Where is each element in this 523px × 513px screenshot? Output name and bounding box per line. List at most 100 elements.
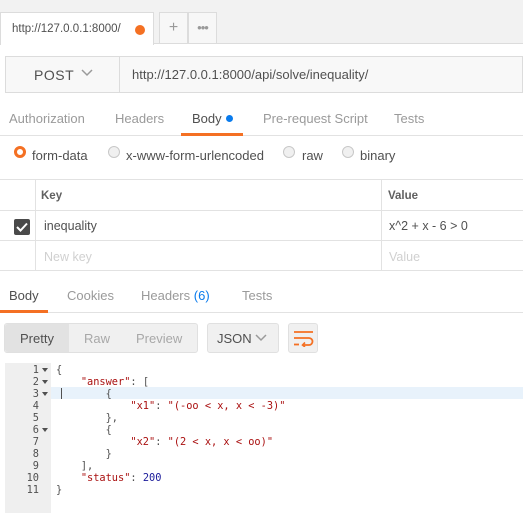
response-tab-cookies[interactable]: Cookies xyxy=(67,288,114,303)
tab-tests[interactable]: Tests xyxy=(394,111,424,126)
code-token: }, xyxy=(105,412,119,424)
line-number: 8 xyxy=(32,448,39,460)
code-line: } xyxy=(56,448,112,460)
line-number: 2 xyxy=(32,376,39,388)
table-row: inequality x^2 + x - 6 > 0 xyxy=(0,211,523,241)
method-select[interactable]: POST xyxy=(6,57,120,92)
fold-arrow-icon[interactable] xyxy=(42,368,48,372)
chevron-down-icon xyxy=(255,334,267,342)
unsaved-dot-icon xyxy=(135,25,145,35)
response-body-viewer[interactable]: 1 2 3 4 5 6 7 8 9 10 11 { "answer": [ { … xyxy=(5,363,523,513)
format-select[interactable]: JSON xyxy=(207,323,279,353)
column-divider xyxy=(381,180,382,270)
row-enabled-checkbox[interactable] xyxy=(14,219,30,235)
param-value-cell[interactable]: x^2 + x - 6 > 0 xyxy=(389,219,468,233)
radio-urlencoded-label[interactable]: x-www-form-urlencoded xyxy=(126,148,264,163)
column-divider xyxy=(35,180,36,270)
code-token: : [ xyxy=(130,376,150,388)
response-tabs: Body Cookies Headers (6) Tests xyxy=(0,279,523,313)
code-token: { xyxy=(105,424,112,436)
chevron-down-icon xyxy=(81,69,93,77)
code-token: : xyxy=(155,400,168,412)
radio-binary-label[interactable]: binary xyxy=(360,148,395,163)
checkmark-icon xyxy=(16,222,28,232)
code-token: : xyxy=(155,436,168,448)
url-bar: POST http://127.0.0.1:8000/api/solve/ine… xyxy=(5,56,523,93)
method-label: POST xyxy=(34,67,75,83)
body-indicator-dot-icon xyxy=(226,115,233,122)
line-number: 1 xyxy=(32,364,39,376)
view-preview-button[interactable]: Preview xyxy=(136,331,182,346)
json-key: "x2" xyxy=(130,436,156,448)
view-pretty-button[interactable]: Pretty xyxy=(20,331,54,346)
new-tab-button[interactable]: + xyxy=(159,12,188,44)
headers-count-badge: (6) xyxy=(193,288,210,303)
tab-headers[interactable]: Headers xyxy=(115,111,164,126)
request-tabs: Authorization Headers Body Pre-request S… xyxy=(0,104,523,136)
key-column-header: Key xyxy=(41,190,63,202)
line-number: 9 xyxy=(32,460,39,472)
code-token: : xyxy=(130,472,143,484)
radio-raw-label[interactable]: raw xyxy=(302,148,323,163)
params-table-header: Key Value xyxy=(0,180,523,211)
more-tabs-button[interactable]: ••• xyxy=(188,12,217,44)
wrap-lines-icon xyxy=(294,331,314,347)
active-tab-underline xyxy=(181,133,243,136)
tab-pre-request-script[interactable]: Pre-request Script xyxy=(263,111,368,126)
response-tab-headers-label: Headers xyxy=(141,288,191,303)
code-line: "answer": [ xyxy=(56,376,149,388)
wrap-lines-button[interactable] xyxy=(288,323,318,353)
radio-binary[interactable] xyxy=(342,146,354,158)
json-key: "answer" xyxy=(80,376,131,388)
fold-arrow-icon[interactable] xyxy=(42,428,48,432)
format-label: JSON xyxy=(217,331,252,346)
line-number: 7 xyxy=(32,436,39,448)
tab-strip: http://127.0.0.1:8000/ + ••• xyxy=(0,0,523,45)
value-column-header: Value xyxy=(388,190,419,202)
request-tab-title: http://127.0.0.1:8000/ xyxy=(12,23,121,35)
code-line: { xyxy=(56,364,62,376)
tab-body[interactable]: Body xyxy=(192,111,222,126)
active-line-highlight xyxy=(51,387,523,399)
line-number: 11 xyxy=(26,484,39,496)
line-number: 10 xyxy=(26,472,39,484)
code-token: { xyxy=(56,364,63,376)
code-line: "x1": "(-oo < x, x < -3)" xyxy=(56,400,285,412)
radio-x-www-form-urlencoded[interactable] xyxy=(108,146,120,158)
response-tab-headers[interactable]: Headers (6) xyxy=(141,288,210,303)
line-number: 5 xyxy=(32,412,39,424)
code-line: } xyxy=(56,484,62,496)
view-raw-button[interactable]: Raw xyxy=(84,331,110,346)
new-value-input[interactable]: Value xyxy=(389,250,420,264)
view-mode-toggle: Pretty Raw Preview xyxy=(4,323,198,353)
request-tab[interactable]: http://127.0.0.1:8000/ xyxy=(0,12,154,45)
url-input[interactable]: http://127.0.0.1:8000/api/solve/inequali… xyxy=(132,67,368,82)
active-response-tab-underline xyxy=(0,310,48,313)
code-line: { xyxy=(56,388,112,400)
radio-form-data-label[interactable]: form-data xyxy=(32,148,88,163)
json-key: "x1" xyxy=(130,400,156,412)
code-line: { xyxy=(56,424,112,436)
json-number: 200 xyxy=(142,472,162,484)
line-number: 3 xyxy=(32,388,39,400)
line-number: 6 xyxy=(32,424,39,436)
code-token: ], xyxy=(80,460,94,472)
new-key-input[interactable]: New key xyxy=(44,250,92,264)
response-tab-tests[interactable]: Tests xyxy=(242,288,272,303)
fold-arrow-icon[interactable] xyxy=(42,392,48,396)
code-token: { xyxy=(105,388,112,400)
params-table: Key Value inequality x^2 + x - 6 > 0 New… xyxy=(0,179,523,271)
code-line: "status": 200 xyxy=(56,472,162,484)
code-token: } xyxy=(56,484,63,496)
code-line: }, xyxy=(56,412,118,424)
json-string: "(2 < x, x < oo)" xyxy=(167,436,274,448)
param-key-cell[interactable]: inequality xyxy=(44,219,97,233)
response-tab-body[interactable]: Body xyxy=(9,288,39,303)
radio-form-data[interactable] xyxy=(14,146,26,158)
code-line: "x2": "(2 < x, x < oo)" xyxy=(56,436,273,448)
fold-arrow-icon[interactable] xyxy=(42,380,48,384)
tab-authorization[interactable]: Authorization xyxy=(9,111,85,126)
code-line: ], xyxy=(56,460,93,472)
radio-raw[interactable] xyxy=(283,146,295,158)
line-number: 4 xyxy=(32,400,39,412)
